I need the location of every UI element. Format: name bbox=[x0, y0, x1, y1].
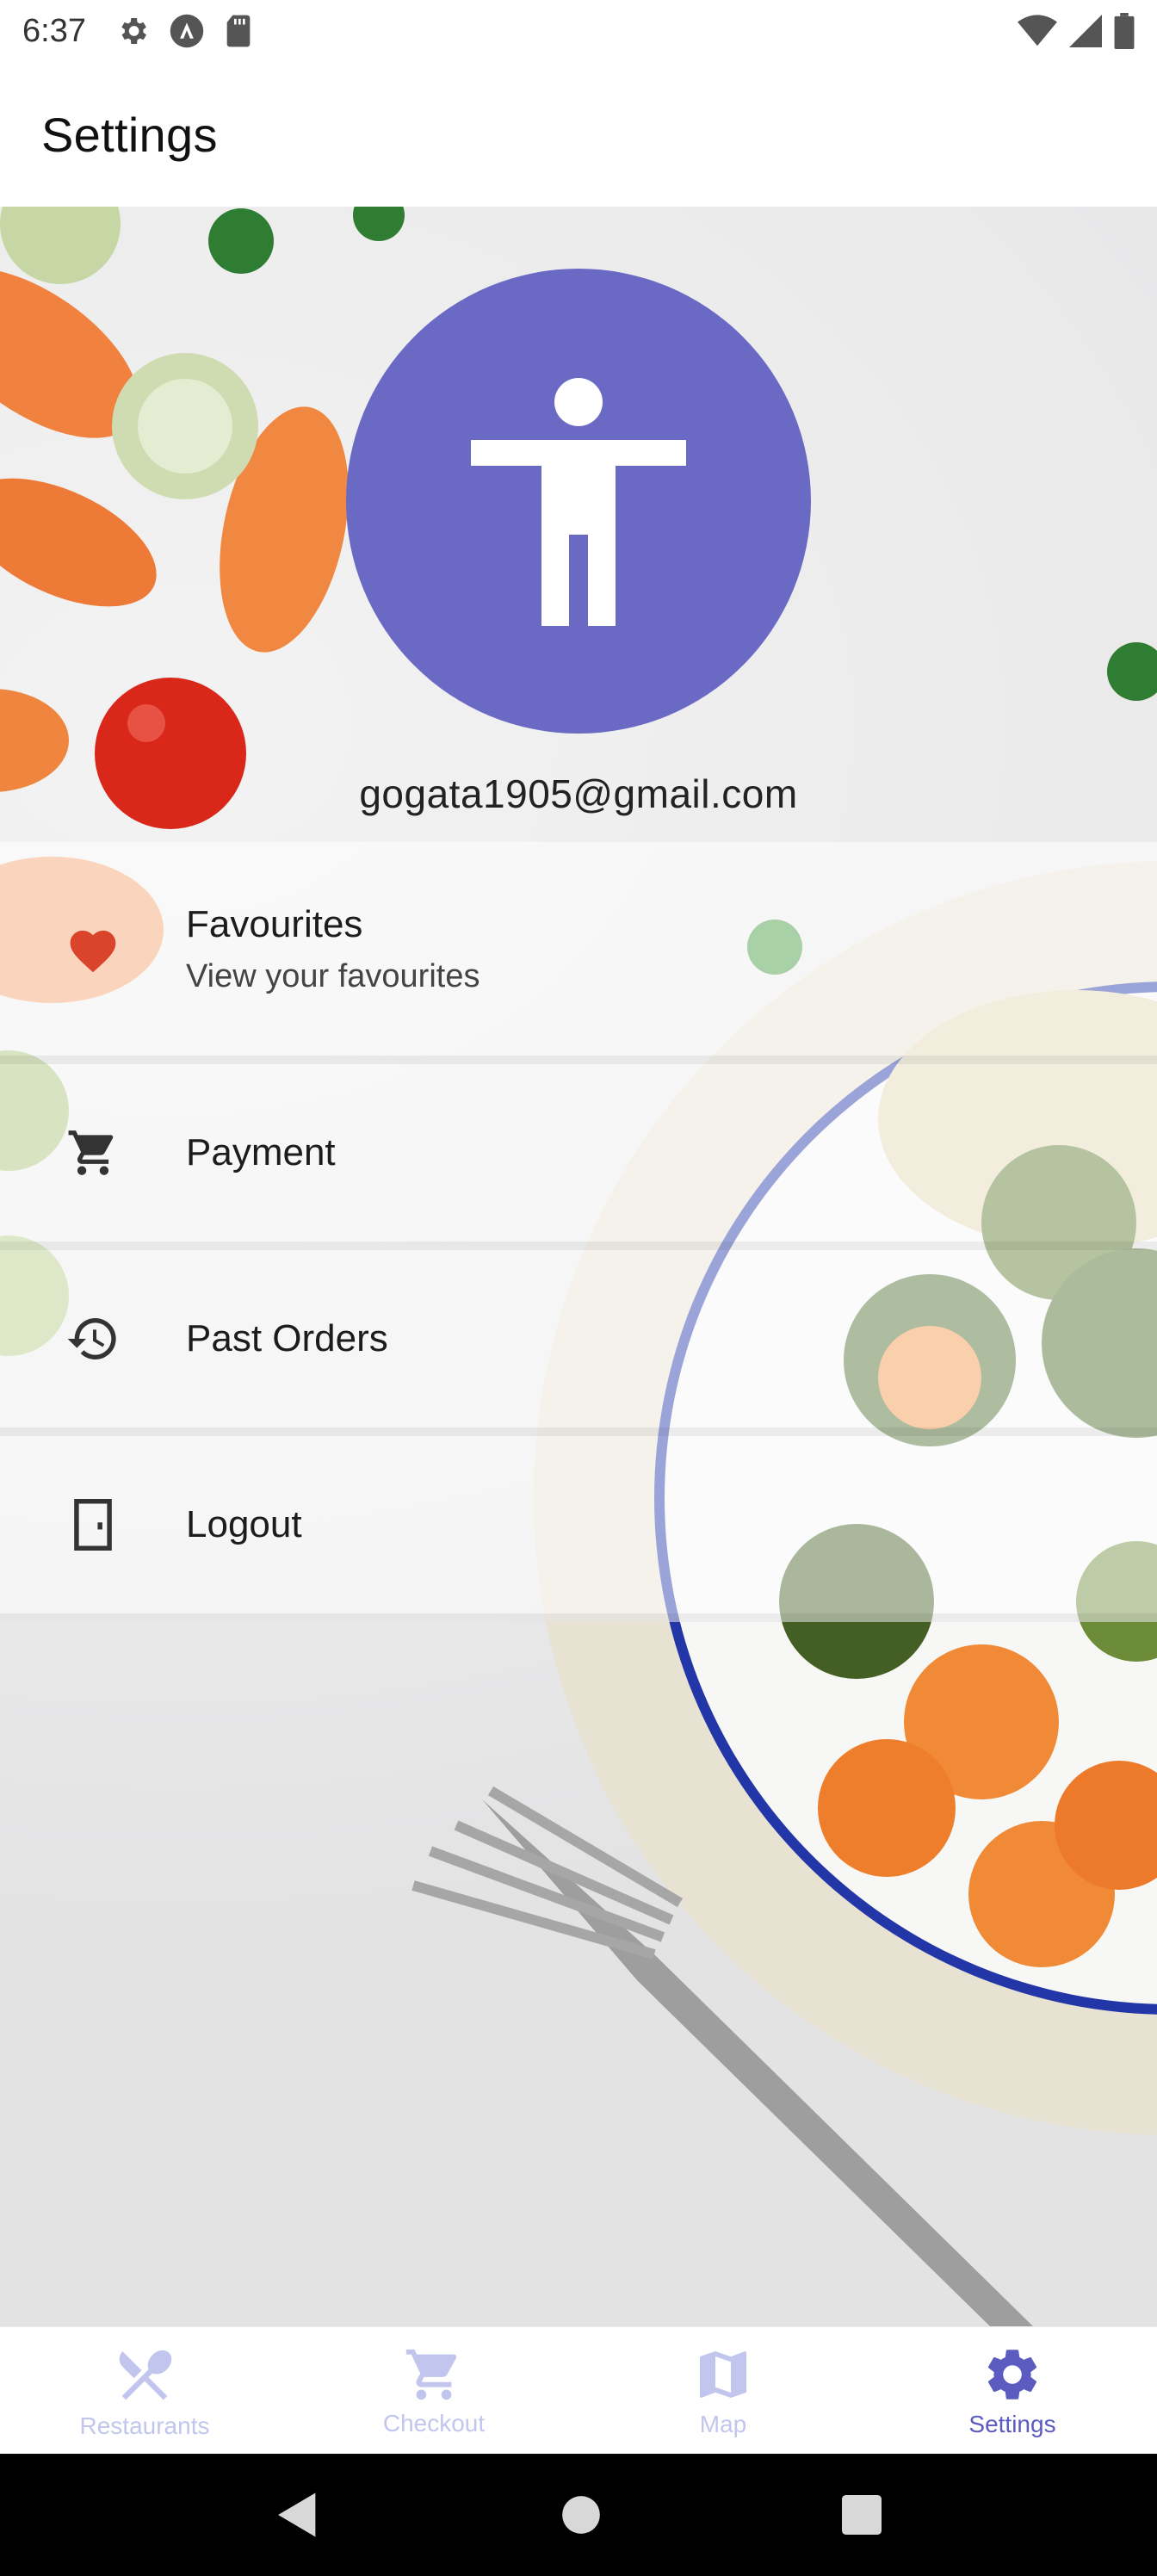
cart-icon bbox=[405, 2349, 457, 2400]
utensils-icon bbox=[119, 2350, 172, 2400]
nav-checkout[interactable]: Checkout bbox=[289, 2327, 578, 2454]
menu-item-label: Payment bbox=[186, 1131, 336, 1173]
profile-email: gogata1905@gmail.com bbox=[359, 771, 798, 816]
page-title: Settings bbox=[41, 107, 218, 162]
battery-icon bbox=[1114, 13, 1135, 49]
menu-item-label: Favourites bbox=[186, 902, 363, 945]
system-nav-bar bbox=[0, 2454, 1157, 2576]
nav-label: Settings bbox=[968, 2410, 1056, 2437]
status-icons-right bbox=[1018, 13, 1135, 49]
back-icon[interactable] bbox=[275, 2491, 320, 2539]
a-circle-icon bbox=[170, 14, 204, 48]
status-bar: 6:37 bbox=[0, 0, 1157, 62]
nav-map[interactable]: Map bbox=[578, 2327, 868, 2454]
nav-label: Map bbox=[699, 2410, 747, 2437]
menu-item-favourites[interactable]: Favourites View your favourites bbox=[0, 842, 1157, 1064]
cart-icon bbox=[68, 1130, 114, 1175]
nav-settings[interactable]: Settings bbox=[868, 2327, 1157, 2454]
heart-icon bbox=[70, 930, 116, 973]
gear-icon bbox=[121, 18, 146, 44]
recents-icon[interactable] bbox=[842, 2495, 882, 2535]
door-icon bbox=[74, 1499, 112, 1551]
settings-content[interactable]: gogata1905@gmail.com Favourites View you… bbox=[0, 207, 1157, 2326]
history-icon bbox=[67, 1318, 116, 1359]
status-icons-left bbox=[115, 13, 253, 49]
accessibility-person-icon bbox=[471, 378, 686, 626]
signal-icon bbox=[1069, 15, 1102, 47]
menu-item-logout[interactable]: Logout bbox=[0, 1436, 1157, 1622]
menu-item-past-orders[interactable]: Past Orders bbox=[0, 1250, 1157, 1436]
menu-item-sublabel: View your favourites bbox=[186, 957, 480, 994]
wifi-icon bbox=[1018, 15, 1057, 46]
profile-avatar[interactable] bbox=[346, 269, 811, 734]
home-icon[interactable] bbox=[561, 2495, 601, 2535]
status-time: 6:37 bbox=[22, 12, 86, 49]
menu-item-payment[interactable]: Payment bbox=[0, 1064, 1157, 1250]
map-icon bbox=[699, 2350, 746, 2398]
settings-menu: Favourites View your favourites Payment … bbox=[0, 842, 1157, 1622]
nav-label: Checkout bbox=[382, 2409, 486, 2437]
menu-item-label: Past Orders bbox=[186, 1317, 388, 1359]
app-bar: Settings bbox=[0, 62, 1157, 207]
nav-label: Restaurants bbox=[79, 2412, 210, 2439]
gear-icon bbox=[987, 2349, 1037, 2400]
sd-card-icon bbox=[226, 15, 251, 47]
nav-restaurants[interactable]: Restaurants bbox=[0, 2327, 289, 2454]
menu-item-label: Logout bbox=[186, 1503, 302, 1545]
bottom-nav: Restaurants Checkout Map Settings bbox=[0, 2326, 1157, 2454]
